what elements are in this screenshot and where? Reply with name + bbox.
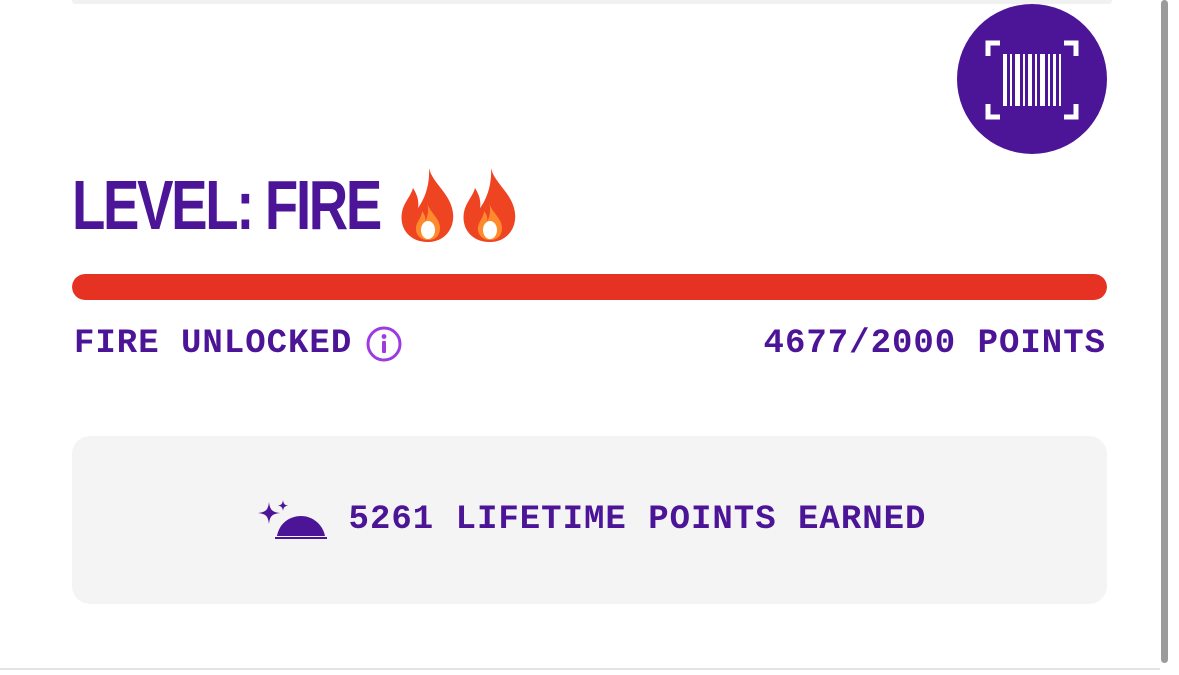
lifetime-points-content: 5261 LIFETIME POINTS EARNED: [253, 498, 927, 542]
top-divider: [72, 0, 1112, 4]
level-flames: [398, 166, 520, 244]
progress-status-row: FIRE UNLOCKED 4677/2000 POINTS: [74, 322, 1106, 366]
bottom-divider: [0, 668, 1160, 670]
lifetime-points-text: 5261 LIFETIME POINTS EARNED: [348, 501, 927, 539]
fire-icon: [463, 168, 516, 242]
level-title-text: LEVEL: FIRE: [72, 166, 382, 244]
lifetime-points-card: 5261 LIFETIME POINTS EARNED: [72, 436, 1107, 604]
info-icon[interactable]: [366, 326, 402, 362]
fire-icon: [401, 168, 454, 242]
sparkle-taco-icon: [257, 500, 327, 539]
scrollbar-thumb[interactable]: [1161, 0, 1168, 663]
fire-unlocked-label: FIRE UNLOCKED: [74, 325, 353, 363]
barcode-scan-button[interactable]: [957, 4, 1107, 154]
barcode-scan-icon: [985, 40, 1079, 120]
status-left: FIRE UNLOCKED: [74, 325, 402, 363]
level-progress-fill: [72, 274, 1107, 300]
level-heading: LEVEL: FIRE: [72, 160, 520, 250]
level-progress-bar: [72, 274, 1107, 300]
points-progress-text: 4677/2000 POINTS: [763, 325, 1106, 363]
